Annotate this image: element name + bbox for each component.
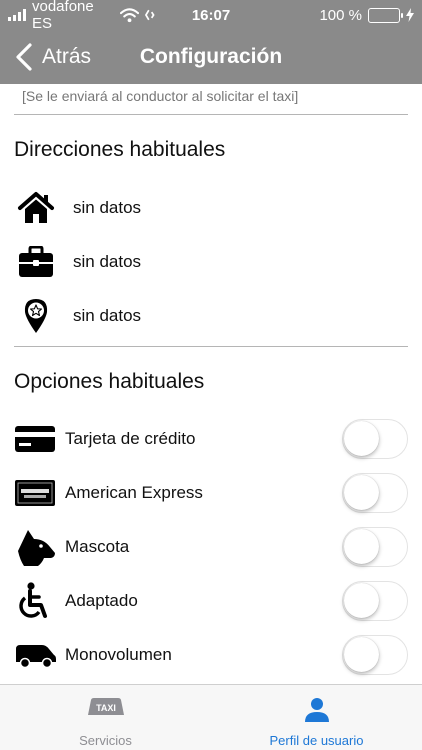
american-express-toggle[interactable]: [342, 473, 408, 513]
status-right: 100 %: [319, 7, 414, 24]
option-label: American Express: [65, 483, 203, 502]
pet-toggle[interactable]: [342, 527, 408, 567]
home-icon: [16, 188, 56, 228]
van-icon: [14, 635, 58, 675]
toggle-knob: [344, 421, 379, 456]
tab-label: Servicios: [79, 733, 132, 748]
back-label: Atrás: [42, 45, 92, 68]
nav-bar: Atrás Configuración: [0, 30, 422, 84]
american-express-icon: [14, 473, 58, 513]
option-label: Monovolumen: [65, 645, 172, 664]
hint-text: [Se le enviará al conductor al solicitar…: [22, 88, 299, 104]
divider: [14, 346, 408, 347]
accessible-toggle[interactable]: [342, 581, 408, 621]
battery-percent: 100 %: [319, 6, 362, 24]
address-item-home[interactable]: sin datos: [16, 188, 406, 228]
option-label: Adaptado: [65, 591, 138, 610]
tab-label: Perfil de usuario: [269, 733, 364, 748]
credit-card-icon: [14, 419, 58, 459]
chevron-left-icon: [16, 43, 32, 71]
tab-perfil-de-usuario[interactable]: Perfil de usuario: [211, 685, 422, 750]
option-row-american-express: American Express: [14, 471, 410, 515]
taxi-icon-text: TAXI: [96, 703, 116, 713]
user-icon: [211, 697, 422, 723]
settings-content[interactable]: [Se le enviará al conductor al solicitar…: [0, 84, 422, 684]
minivan-toggle[interactable]: [342, 635, 408, 675]
tab-servicios[interactable]: TAXI Servicios: [0, 685, 211, 750]
wheelchair-icon: [14, 581, 58, 621]
address-label: sin datos: [73, 198, 142, 217]
option-label: Mascota: [65, 537, 130, 556]
status-left: vodafone ES: [8, 0, 158, 32]
carrier-name: vodafone ES: [32, 0, 94, 32]
option-row-minivan: Monovolumen: [14, 633, 410, 677]
star-pin-icon: [16, 296, 56, 336]
location-services-icon: [144, 9, 155, 21]
status-bar: vodafone ES 16:07 100 %: [0, 0, 422, 32]
tab-bar: TAXI Servicios Perfil de usuario: [0, 684, 422, 750]
toggle-knob: [344, 637, 379, 672]
options-section-title: Opciones habituales: [14, 370, 205, 393]
toggle-knob: [344, 583, 379, 618]
signal-icon: [8, 9, 26, 21]
credit-card-toggle[interactable]: [342, 419, 408, 459]
battery-icon: [368, 7, 403, 23]
dog-icon: [14, 527, 58, 567]
option-row-credit-card: Tarjeta de crédito: [14, 417, 410, 461]
address-label: sin datos: [73, 306, 142, 325]
back-button[interactable]: Atrás: [0, 42, 91, 72]
divider: [14, 114, 408, 115]
address-label: sin datos: [73, 252, 142, 271]
taxi-icon: TAXI: [0, 697, 211, 719]
option-label: Tarjeta de crédito: [65, 429, 196, 448]
option-row-pet: Mascota: [14, 525, 410, 569]
address-item-favorite[interactable]: sin datos: [16, 296, 406, 336]
addresses-section-title: Direcciones habituales: [14, 138, 226, 161]
toggle-knob: [344, 529, 379, 564]
briefcase-icon: [16, 242, 56, 282]
address-item-work[interactable]: sin datos: [16, 242, 406, 282]
charging-icon: [406, 8, 414, 22]
option-row-accessible: Adaptado: [14, 579, 410, 623]
toggle-knob: [344, 475, 379, 510]
wifi-icon: [119, 8, 139, 23]
